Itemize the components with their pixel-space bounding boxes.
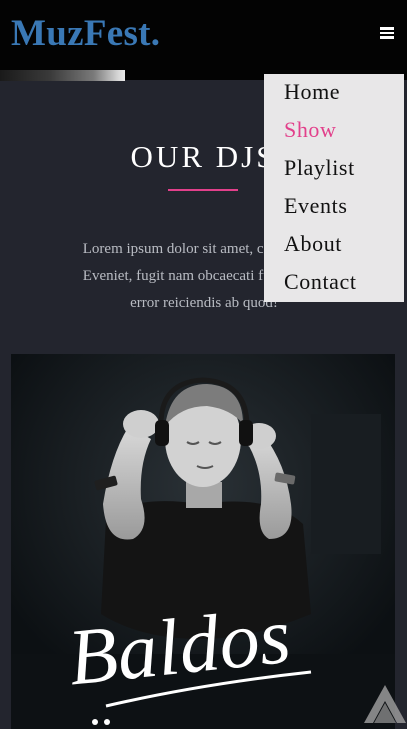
chevron-up-icon [364, 685, 406, 723]
header-background-photo [0, 70, 125, 81]
hamburger-menu-icon[interactable] [380, 27, 394, 39]
nav-item-show[interactable]: Show [284, 117, 337, 143]
nav-item-home[interactable]: Home [284, 79, 340, 105]
scroll-to-top-button[interactable] [364, 683, 406, 723]
menu-bar [380, 36, 394, 39]
dj-photo-image: Baldos [11, 354, 395, 729]
nav-item-playlist[interactable]: Playlist [284, 155, 355, 181]
menu-bar [380, 31, 394, 35]
nav-dropdown: Home Show Playlist Events About Contact [264, 74, 404, 302]
nav-item-about[interactable]: About [284, 231, 342, 257]
header: MuzFest. [0, 0, 407, 81]
logo[interactable]: MuzFest. [11, 12, 160, 55]
menu-bar [380, 27, 394, 30]
dj-card[interactable]: Baldos [11, 354, 395, 729]
title-underline [168, 189, 238, 191]
nav-item-contact[interactable]: Contact [284, 269, 357, 295]
nav-item-events[interactable]: Events [284, 193, 347, 219]
